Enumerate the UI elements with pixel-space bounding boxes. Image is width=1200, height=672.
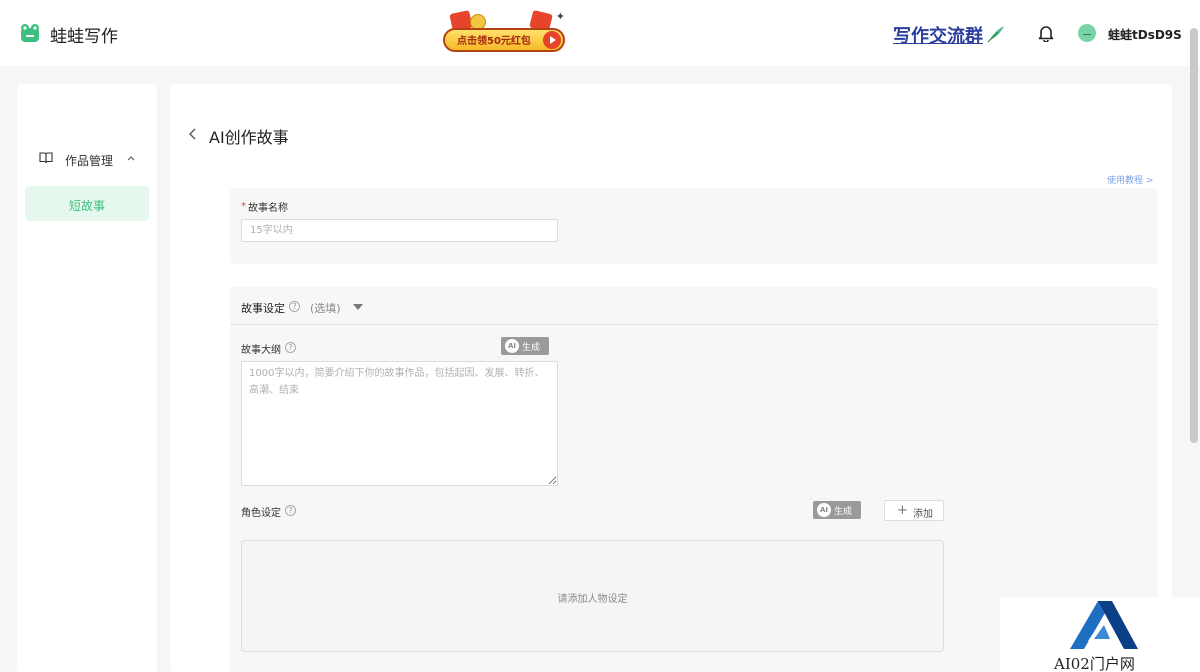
roles-empty-box: 请添加人物设定 bbox=[241, 540, 944, 652]
sidebar-group-works[interactable]: 作品管理 bbox=[39, 151, 149, 169]
sidebar-item-short-story[interactable]: 短故事 bbox=[25, 186, 149, 221]
watermark-logo bbox=[1070, 601, 1138, 649]
caret-down-icon[interactable] bbox=[353, 304, 363, 310]
sparkle-icon: ✦ bbox=[555, 10, 565, 23]
back-arrow-icon[interactable] bbox=[188, 127, 198, 141]
frog-logo-icon[interactable] bbox=[20, 23, 40, 43]
writing-group-link[interactable]: 写作交流群 bbox=[893, 22, 983, 48]
add-role-button[interactable]: + 添加 bbox=[884, 500, 944, 521]
help-icon[interactable]: ? bbox=[285, 342, 296, 353]
sidebar-item-label: 短故事 bbox=[68, 199, 105, 213]
top-header: 蛙蛙写作 ✦ 点击领50元红包 写作交流群 蛙蛙tDsD9S bbox=[0, 0, 1200, 66]
book-icon bbox=[39, 152, 53, 164]
ai-icon: AI bbox=[817, 503, 831, 517]
feather-icon bbox=[987, 26, 1004, 43]
settings-header[interactable]: 故事设定 ? (选填) bbox=[230, 287, 1158, 325]
sidebar: 作品管理 短故事 bbox=[17, 84, 157, 672]
outline-textarea[interactable] bbox=[241, 361, 558, 486]
tutorial-link[interactable]: 使用教程 > bbox=[1107, 173, 1153, 186]
app-name[interactable]: 蛙蛙写作 bbox=[50, 22, 118, 47]
roles-generate-button[interactable]: AI 生成 bbox=[813, 501, 861, 519]
watermark: AI02门户网 bbox=[1000, 597, 1200, 672]
chevron-up-icon[interactable] bbox=[126, 153, 136, 163]
help-icon[interactable]: ? bbox=[285, 505, 296, 516]
main-panel: AI创作故事 使用教程 > * 故事名称 故事设定 ? (选填) 故事大纲 ? … bbox=[170, 84, 1172, 672]
required-mark: * bbox=[241, 201, 246, 212]
add-label: 添加 bbox=[913, 509, 933, 520]
username[interactable]: 蛙蛙tDsD9S bbox=[1108, 26, 1182, 43]
help-icon[interactable]: ? bbox=[289, 301, 300, 312]
plus-icon: + bbox=[897, 503, 908, 518]
roles-empty-text: 请添加人物设定 bbox=[557, 594, 628, 605]
promo-label: 点击领50元红包 bbox=[457, 36, 531, 47]
story-name-label: 故事名称 bbox=[248, 203, 288, 214]
story-name-input[interactable] bbox=[241, 219, 558, 242]
roles-label: 角色设定 bbox=[241, 508, 281, 519]
promo-pill[interactable]: 点击领50元红包 bbox=[443, 28, 565, 52]
generate-label: 生成 bbox=[522, 343, 541, 353]
outline-generate-button[interactable]: AI 生成 bbox=[501, 337, 549, 355]
ai-icon: AI bbox=[505, 339, 519, 353]
settings-title: 故事设定 bbox=[241, 302, 285, 315]
outline-label: 故事大纲 bbox=[241, 345, 281, 356]
page-title: AI创作故事 bbox=[209, 128, 289, 147]
play-icon bbox=[543, 31, 561, 49]
optional-label: (选填) bbox=[310, 302, 341, 315]
story-name-card: * 故事名称 bbox=[230, 188, 1158, 264]
bell-icon[interactable] bbox=[1038, 24, 1054, 42]
sidebar-group-label: 作品管理 bbox=[65, 154, 114, 168]
generate-label: 生成 bbox=[834, 507, 853, 517]
watermark-text: AI02门户网 bbox=[1054, 655, 1135, 672]
page-scrollbar[interactable] bbox=[1190, 28, 1198, 443]
promo-banner[interactable]: ✦ 点击领50元红包 bbox=[443, 9, 565, 56]
avatar[interactable] bbox=[1078, 24, 1096, 42]
